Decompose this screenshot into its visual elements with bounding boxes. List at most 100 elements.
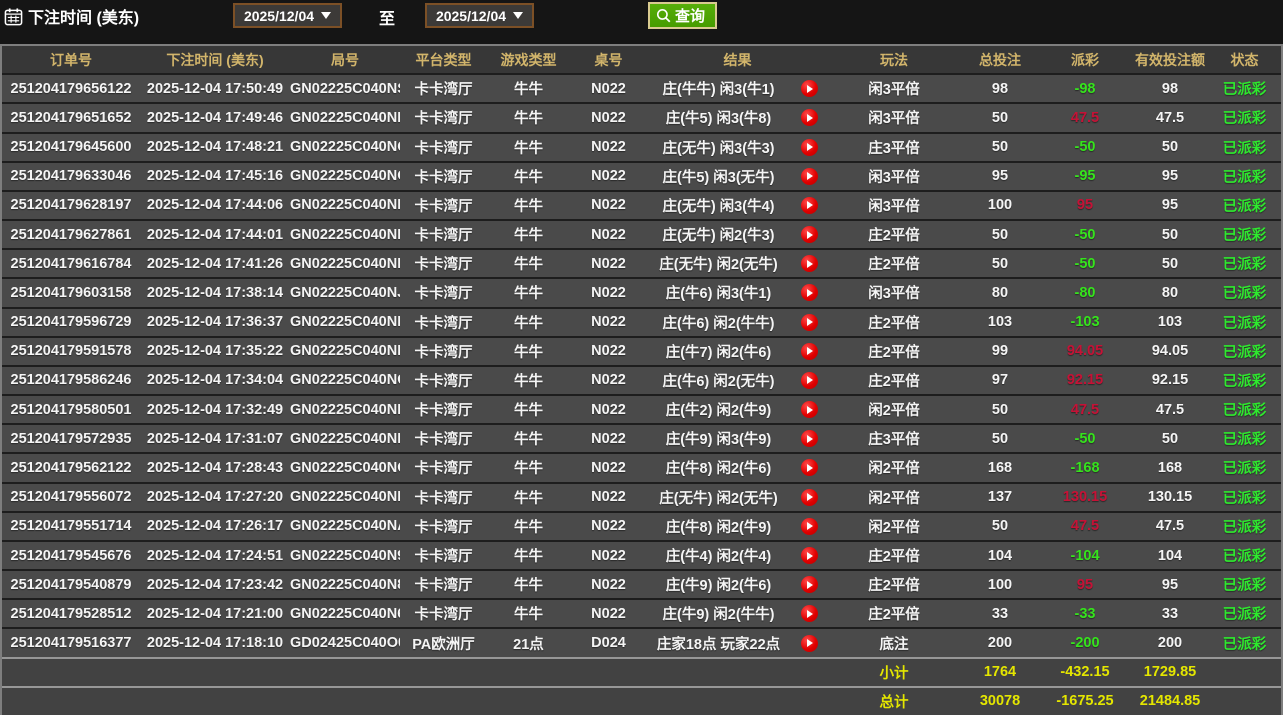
game-type-cell: 牛牛 [487, 516, 570, 537]
play-video-icon[interactable] [801, 518, 818, 535]
bet-time-cell: 2025-12-04 17:36:37 [140, 314, 290, 330]
bet-time-cell: 2025-12-04 17:44:01 [140, 227, 290, 243]
play-video-icon[interactable] [801, 197, 818, 214]
play-video-icon[interactable] [801, 605, 818, 622]
result-cell: 庄(牛8) 闲2(牛6) [647, 457, 790, 478]
dropdown-arrow-icon [513, 12, 523, 19]
order-number-cell: 251204179628197 [2, 197, 140, 213]
play-video-icon[interactable] [801, 489, 818, 506]
result-video-cell [790, 459, 828, 476]
result-video-cell [790, 518, 828, 535]
platform-type-cell: 卡卡湾厅 [400, 399, 487, 420]
play-video-icon[interactable] [801, 401, 818, 418]
table-row: 251204179586246 2025-12-04 17:34:04 GN02… [2, 365, 1281, 394]
order-number-cell: 251204179596729 [2, 314, 140, 330]
order-number-cell: 251204179562122 [2, 460, 140, 476]
game-type-cell: 牛牛 [487, 282, 570, 303]
subtotal-row: 小计 1764 -432.15 1729.85 [2, 657, 1281, 686]
status-badge: 已派彩 [1210, 195, 1279, 216]
game-type-cell: 牛牛 [487, 545, 570, 566]
play-video-icon[interactable] [801, 226, 818, 243]
play-video-icon[interactable] [801, 255, 818, 272]
query-button[interactable]: 查询 [648, 2, 717, 29]
grand-total-payout: -1675.25 [1040, 693, 1130, 709]
result-cell: 庄(无牛) 闲3(牛4) [647, 195, 790, 216]
valid-bet-cell: 50 [1130, 256, 1210, 272]
subtotal-valid-bet: 1729.85 [1130, 664, 1210, 680]
table-number-cell: N022 [570, 606, 647, 622]
total-bet-cell: 50 [960, 110, 1040, 126]
play-video-icon[interactable] [801, 576, 818, 593]
header-game-no: 局号 [290, 50, 400, 70]
valid-bet-cell: 95 [1130, 577, 1210, 593]
valid-bet-cell: 98 [1130, 81, 1210, 97]
search-icon [656, 8, 672, 24]
table-row: 251204179596729 2025-12-04 17:36:37 GN02… [2, 307, 1281, 336]
play-method-cell: 庄2平倍 [828, 370, 960, 391]
play-video-icon[interactable] [801, 314, 818, 331]
play-video-icon[interactable] [801, 635, 818, 652]
play-video-icon[interactable] [801, 459, 818, 476]
table-row: 251204179556072 2025-12-04 17:27:20 GN02… [2, 482, 1281, 511]
grand-total-label: 总计 [828, 691, 960, 712]
bet-time-label-group: 下注时间 (美东) [4, 4, 139, 28]
date-from-select[interactable]: 2025/12/04 [233, 3, 342, 28]
valid-bet-cell: 200 [1130, 635, 1210, 651]
game-number-cell: GN02225C040NN [290, 227, 400, 243]
table-row: 251204179516377 2025-12-04 17:18:10 GD02… [2, 627, 1281, 656]
table-row: 251204179591578 2025-12-04 17:35:22 GN02… [2, 336, 1281, 365]
bet-time-cell: 2025-12-04 17:31:07 [140, 431, 290, 447]
game-number-cell: GN02225C040NS [290, 81, 400, 97]
table-number-cell: N022 [570, 548, 647, 564]
result-video-cell [790, 635, 828, 652]
table-row: 251204179627861 2025-12-04 17:44:01 GN02… [2, 219, 1281, 248]
table-number-cell: N022 [570, 314, 647, 330]
platform-type-cell: 卡卡湾厅 [400, 137, 487, 158]
table-row: 251204179645600 2025-12-04 17:48:21 GN02… [2, 132, 1281, 161]
table-number-cell: N022 [570, 285, 647, 301]
payout-cell: -200 [1040, 635, 1130, 651]
platform-type-cell: 卡卡湾厅 [400, 487, 487, 508]
status-badge: 已派彩 [1210, 457, 1279, 478]
game-type-cell: 牛牛 [487, 253, 570, 274]
total-bet-cell: 200 [960, 635, 1040, 651]
play-video-icon[interactable] [801, 284, 818, 301]
play-video-icon[interactable] [801, 430, 818, 447]
table-number-cell: N022 [570, 139, 647, 155]
table-header-row: 订单号 下注时间 (美东) 局号 平台类型 游戏类型 桌号 结果 玩法 总投注 … [2, 46, 1281, 73]
play-video-icon[interactable] [801, 168, 818, 185]
payout-cell: -33 [1040, 606, 1130, 622]
valid-bet-cell: 50 [1130, 139, 1210, 155]
play-video-icon[interactable] [801, 139, 818, 156]
table-number-cell: N022 [570, 81, 647, 97]
header-game-type: 游戏类型 [487, 50, 570, 70]
date-from-value: 2025/12/04 [244, 8, 314, 24]
payout-cell: -50 [1040, 227, 1130, 243]
play-video-icon[interactable] [801, 80, 818, 97]
total-bet-cell: 50 [960, 431, 1040, 447]
valid-bet-cell: 50 [1130, 431, 1210, 447]
play-video-icon[interactable] [801, 109, 818, 126]
play-video-icon[interactable] [801, 343, 818, 360]
table-number-cell: N022 [570, 343, 647, 359]
table-row: 251204179656122 2025-12-04 17:50:49 GN02… [2, 73, 1281, 102]
table-number-cell: N022 [570, 168, 647, 184]
result-cell: 庄(牛5) 闲3(无牛) [647, 166, 790, 187]
bet-time-cell: 2025-12-04 17:45:16 [140, 168, 290, 184]
table-number-cell: D024 [570, 635, 647, 651]
date-to-select[interactable]: 2025/12/04 [425, 3, 534, 28]
valid-bet-cell: 130.15 [1130, 489, 1210, 505]
play-video-icon[interactable] [801, 372, 818, 389]
game-number-cell: GN02225C040NC [290, 460, 400, 476]
result-video-cell [790, 401, 828, 418]
play-method-cell: 庄2平倍 [828, 253, 960, 274]
game-type-cell: 牛牛 [487, 78, 570, 99]
play-video-icon[interactable] [801, 547, 818, 564]
header-platform: 平台类型 [400, 50, 487, 70]
status-badge: 已派彩 [1210, 312, 1279, 333]
valid-bet-cell: 94.05 [1130, 343, 1210, 359]
play-method-cell: 底注 [828, 633, 960, 654]
status-badge: 已派彩 [1210, 282, 1279, 303]
bet-time-cell: 2025-12-04 17:26:17 [140, 518, 290, 534]
result-video-cell [790, 489, 828, 506]
